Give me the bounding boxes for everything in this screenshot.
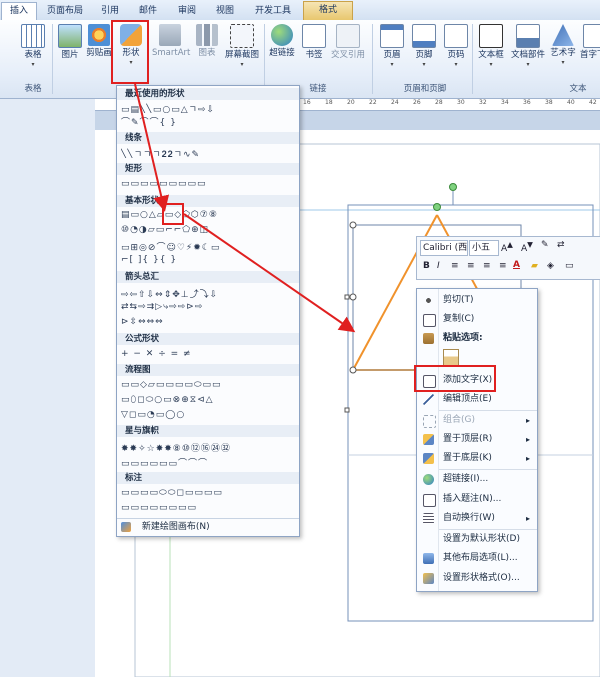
annotation-arrow <box>183 213 356 333</box>
annotation-arrows <box>134 83 356 333</box>
annotation-arrow <box>134 83 170 212</box>
